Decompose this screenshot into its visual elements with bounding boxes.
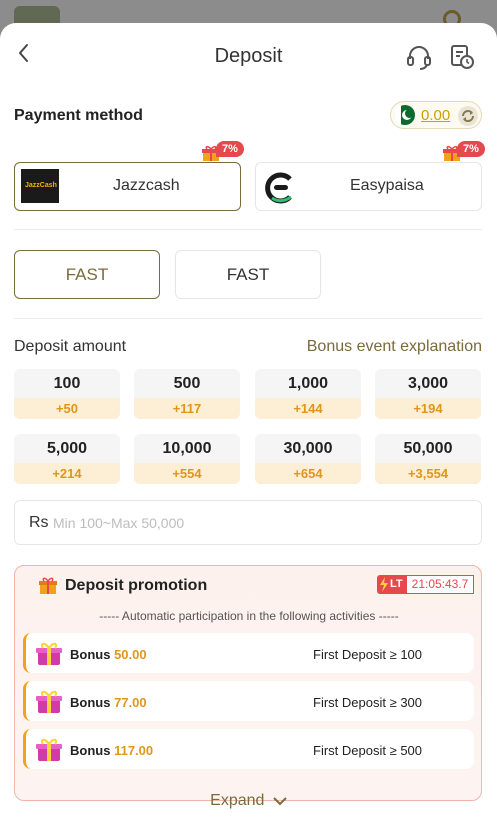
balance-value[interactable]: 0.00 bbox=[421, 107, 450, 124]
jazzcash-logo: JazzCash bbox=[21, 169, 59, 203]
amount-option[interactable]: 1,000 +144 bbox=[255, 369, 361, 419]
gift-box-icon bbox=[36, 738, 62, 761]
lightning-icon bbox=[380, 577, 388, 592]
bonus-condition: First Deposit ≥ 300 bbox=[313, 695, 423, 710]
gift-box-icon bbox=[36, 642, 62, 665]
amount-option[interactable]: 30,000 +654 bbox=[255, 434, 361, 484]
amount-bonus: +554 bbox=[134, 463, 240, 484]
bonus-percent-badge: 7% bbox=[457, 141, 485, 157]
limited-time-badge: LT bbox=[377, 575, 407, 594]
amount-option[interactable]: 5,000 +214 bbox=[14, 434, 120, 484]
promotion-subtitle: ----- Automatic participation in the fol… bbox=[99, 609, 399, 623]
expand-button[interactable]: Expand bbox=[0, 792, 497, 810]
amount-value: 30,000 bbox=[283, 440, 333, 457]
amount-value: 3,000 bbox=[407, 375, 449, 392]
bonus-row: Bonus 77.00 First Deposit ≥ 300 bbox=[23, 681, 474, 721]
easypaisa-logo bbox=[265, 172, 292, 204]
amount-bonus: +144 bbox=[255, 398, 361, 419]
amount-value: 1,000 bbox=[287, 375, 329, 392]
bonus-percent-badge: 7% bbox=[216, 141, 244, 157]
amount-option[interactable]: 10,000 +554 bbox=[134, 434, 240, 484]
bonus-label: Bonus 117.00 bbox=[70, 743, 154, 758]
history-icon bbox=[451, 45, 474, 69]
amount-bonus: +194 bbox=[375, 398, 481, 419]
gift-icon bbox=[39, 577, 57, 594]
channel-fast-2[interactable]: FAST bbox=[175, 250, 321, 299]
refresh-icon[interactable] bbox=[457, 105, 479, 127]
divider bbox=[14, 229, 482, 230]
deposit-amount-title: Deposit amount bbox=[14, 338, 127, 355]
deposit-sheet: Deposit Payment method 0.00 JazzCash Jaz… bbox=[0, 23, 497, 831]
currency-label: Rs bbox=[29, 514, 49, 531]
deposit-history-button[interactable] bbox=[448, 43, 476, 71]
method-jazzcash[interactable]: JazzCash Jazzcash 7% bbox=[14, 141, 244, 211]
channel-fast-1[interactable]: FAST bbox=[14, 250, 160, 299]
promotion-timer: LT 21:05:43.7 bbox=[377, 575, 474, 594]
amount-value: 100 bbox=[53, 375, 81, 392]
bonus-amount: 77.00 bbox=[114, 695, 147, 710]
bonus-label: Bonus 77.00 bbox=[70, 695, 147, 710]
method-label: Easypaisa bbox=[350, 177, 424, 194]
bonus-amount: 117.00 bbox=[114, 743, 154, 758]
promotion-title: Deposit promotion bbox=[65, 577, 208, 594]
payment-method-title: Payment method bbox=[14, 107, 143, 124]
amount-value: 500 bbox=[173, 375, 201, 392]
support-button[interactable] bbox=[405, 43, 433, 71]
amount-value: 5,000 bbox=[46, 440, 88, 457]
expand-label: Expand bbox=[210, 792, 265, 809]
amount-input[interactable] bbox=[53, 509, 453, 537]
amount-option[interactable]: 3,000 +194 bbox=[375, 369, 481, 419]
amount-bonus: +50 bbox=[14, 398, 120, 419]
method-easypaisa[interactable]: Easypaisa 7% bbox=[255, 141, 485, 211]
headset-icon bbox=[407, 46, 431, 70]
gift-box-icon bbox=[36, 690, 62, 713]
bonus-condition: First Deposit ≥ 500 bbox=[313, 743, 423, 758]
divider bbox=[14, 318, 482, 319]
amount-bonus: +214 bbox=[14, 463, 120, 484]
bonus-row: Bonus 50.00 First Deposit ≥ 100 bbox=[23, 633, 474, 673]
amount-option[interactable]: 100 +50 bbox=[14, 369, 120, 419]
bonus-amount: 50.00 bbox=[114, 647, 147, 662]
bonus-explanation-link[interactable]: Bonus event explanation bbox=[307, 338, 482, 356]
balance-pill: 0.00 bbox=[390, 101, 482, 129]
amount-input-box: Rs bbox=[14, 500, 482, 545]
amount-value: 10,000 bbox=[162, 440, 212, 457]
deposit-promotion-card: Deposit promotion LT 21:05:43.7 ----- Au… bbox=[14, 565, 482, 801]
bonus-label: Bonus 50.00 bbox=[70, 647, 147, 662]
amount-option[interactable]: 500 +117 bbox=[134, 369, 240, 419]
amount-bonus: +117 bbox=[134, 398, 240, 419]
amount-option[interactable]: 50,000 +3,554 bbox=[375, 434, 481, 484]
method-label: Jazzcash bbox=[113, 177, 180, 194]
bonus-condition: First Deposit ≥ 100 bbox=[313, 647, 423, 662]
amount-bonus: +654 bbox=[255, 463, 361, 484]
chevron-down-icon bbox=[273, 797, 287, 806]
bonus-row: Bonus 117.00 First Deposit ≥ 500 bbox=[23, 729, 474, 769]
amount-bonus: +3,554 bbox=[375, 463, 481, 484]
amount-value: 50,000 bbox=[403, 440, 453, 457]
countdown: 21:05:43.7 bbox=[407, 575, 474, 594]
pakistan-flag-icon bbox=[395, 105, 415, 125]
